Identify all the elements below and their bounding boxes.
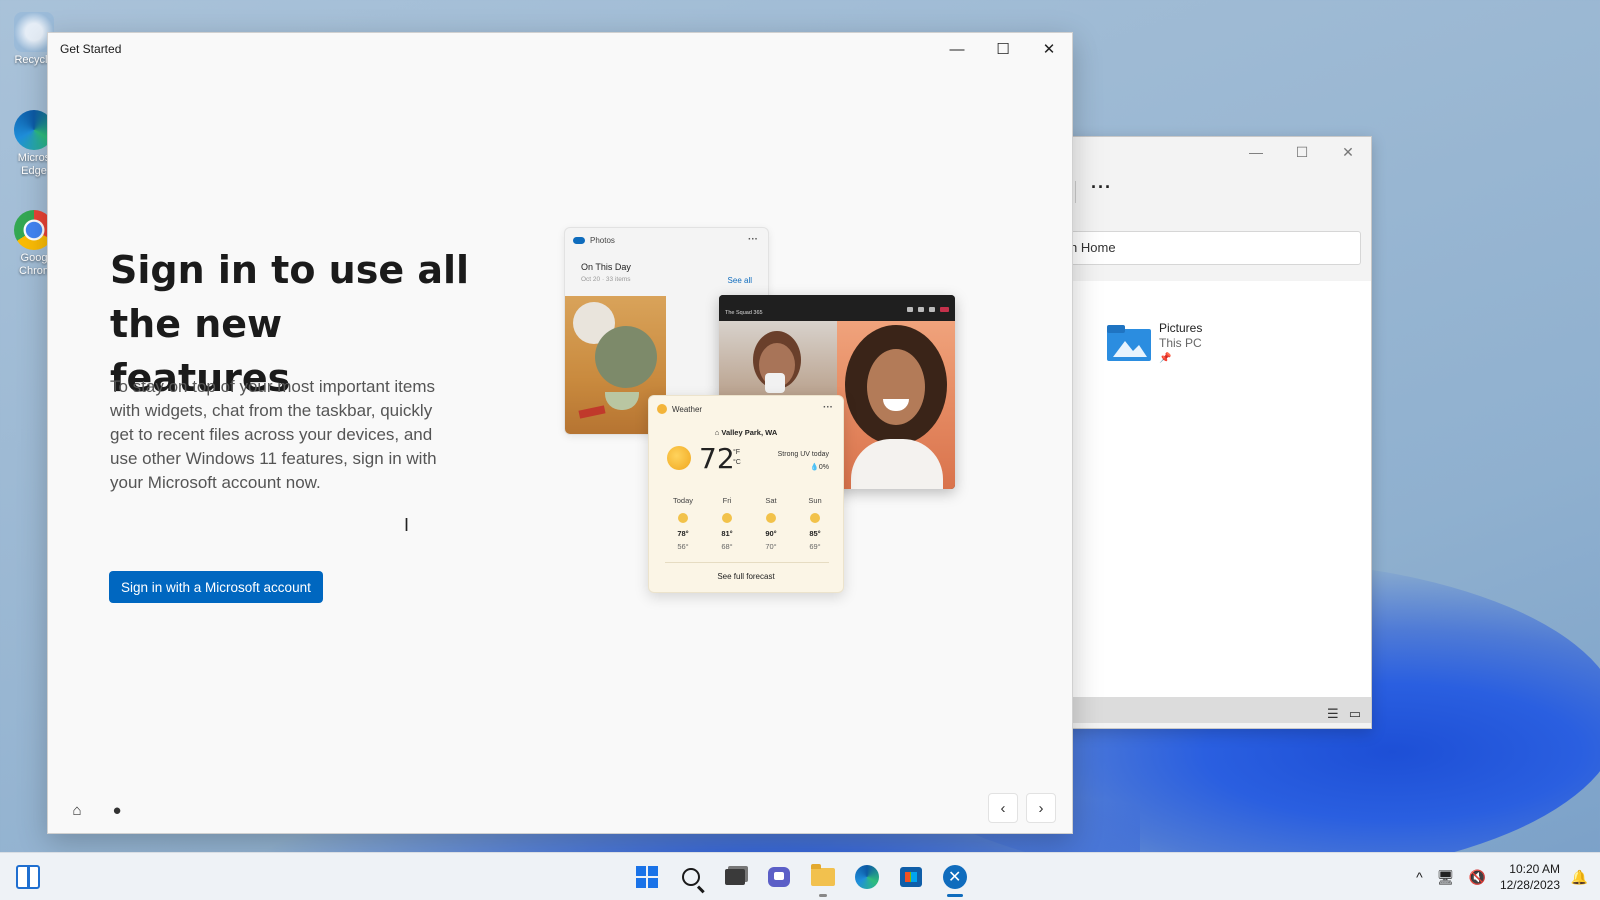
- precipitation: 💧0%: [810, 464, 829, 471]
- weather-app-icon: [657, 404, 667, 414]
- sign-in-button[interactable]: Sign in with a Microsoft account: [109, 571, 323, 603]
- unit-f: °F: [733, 449, 741, 456]
- partly-sunny-icon: [766, 513, 776, 523]
- uv-note: Strong UV today: [777, 451, 829, 458]
- network-icon[interactable]: 🖥: [1437, 869, 1455, 886]
- file-explorer-window[interactable]: — ☐ ✕ n ··· arch Home Pictures This PC 📌…: [1050, 136, 1372, 729]
- bottom-left-nav: ⌂ ●: [66, 799, 128, 821]
- forecast-day: Fri 81° 68°: [721, 496, 733, 551]
- task-view-icon: [725, 869, 745, 885]
- microsoft-store-icon: [900, 867, 922, 887]
- minimize-button[interactable]: —: [1233, 137, 1279, 167]
- tiles-view-icon[interactable]: ▭: [1349, 706, 1361, 722]
- chevron-up-icon[interactable]: ^: [1416, 869, 1423, 885]
- explorer-content: Pictures This PC 📌: [1051, 281, 1371, 723]
- explorer-band: [1051, 697, 1371, 723]
- system-tray: ^ 🖥 🔇 10:20 AM 12/28/2023: [1416, 859, 1560, 895]
- search-input[interactable]: arch Home: [1051, 231, 1361, 265]
- toolbar-separator: [1075, 181, 1076, 203]
- forecast-day: Today 78° 56°: [672, 496, 693, 551]
- active-indicator: [947, 894, 963, 897]
- file-explorer-button[interactable]: [804, 859, 842, 897]
- running-indicator: [819, 894, 827, 897]
- text-cursor-icon: I: [404, 515, 410, 535]
- more-options-button[interactable]: ···: [1091, 177, 1112, 198]
- weather-divider: [665, 562, 829, 563]
- call-controls: [907, 307, 949, 312]
- volume-muted-icon[interactable]: 🔇: [1469, 869, 1486, 886]
- edge-icon: [855, 865, 879, 889]
- weather-app-name: Weather: [672, 404, 703, 414]
- call-participant-2: [837, 321, 955, 489]
- search-icon: [682, 868, 700, 886]
- get-started-icon: [943, 865, 967, 889]
- search-button[interactable]: [672, 859, 710, 895]
- title-bar[interactable]: Get Started — ☐ ✕: [48, 33, 1072, 65]
- view-toggle: ☰ ▭: [1327, 706, 1361, 722]
- forecast-day: Sun 85° 69°: [808, 496, 822, 551]
- explorer-caption-buttons: — ☐ ✕: [1233, 137, 1371, 167]
- weather-widget: Weather ··· ⌂ Valley Park, WA 72 °F °C S…: [648, 395, 844, 593]
- photos-widget-header: Photos: [573, 236, 615, 245]
- windows-logo-icon: [636, 866, 658, 888]
- item-subtitle: This PC: [1159, 336, 1202, 350]
- file-explorer-icon: [811, 864, 835, 886]
- weather-conditions: Strong UV today 💧0%: [778, 448, 829, 474]
- home-icon[interactable]: ⌂: [66, 799, 88, 821]
- taskbar-apps: [628, 859, 974, 897]
- weather-temperature: 72: [699, 442, 735, 475]
- get-started-button[interactable]: [936, 859, 974, 897]
- photos-title: On This Day: [581, 262, 631, 272]
- pin-icon: 📌: [1159, 353, 1172, 364]
- temperature-units: °F °C: [733, 448, 741, 468]
- next-button[interactable]: ›: [1026, 793, 1056, 823]
- see-all-link: See all: [727, 276, 752, 285]
- sunny-icon: [810, 513, 820, 523]
- clock-date: 12/28/2023: [1499, 878, 1560, 892]
- clock-time: 10:20 AM: [1509, 862, 1560, 876]
- window-title: Get Started: [60, 42, 122, 56]
- start-button[interactable]: [628, 859, 666, 895]
- chat-button[interactable]: [760, 859, 798, 895]
- sunny-icon: [678, 513, 688, 523]
- minimize-button[interactable]: —: [934, 33, 980, 65]
- close-button[interactable]: ✕: [1325, 137, 1371, 167]
- task-view-button[interactable]: [716, 859, 754, 895]
- sunny-icon: [722, 513, 732, 523]
- item-title: Pictures: [1159, 321, 1203, 335]
- clock[interactable]: 10:20 AM 12/28/2023: [1500, 861, 1560, 893]
- pictures-folder-icon: [1107, 325, 1151, 361]
- widgets-icon[interactable]: [16, 865, 40, 889]
- get-started-window[interactable]: Get Started — ☐ ✕ Sign in to use all the…: [47, 32, 1073, 834]
- weather-widget-header: Weather: [657, 404, 702, 414]
- maximize-button[interactable]: ☐: [980, 33, 1026, 65]
- taskbar: ^ 🖥 🔇 10:20 AM 12/28/2023 🔔: [0, 852, 1600, 900]
- more-icon: ···: [823, 402, 833, 413]
- forecast-row: Today 78° 56° Fri 81° 68° Sat 90° 70° Sun 8…: [667, 494, 831, 553]
- teams-chat-icon: [768, 867, 790, 887]
- call-title: The Squad 365: [725, 310, 763, 316]
- sunny-icon: [667, 446, 691, 470]
- maximize-button[interactable]: ☐: [1279, 137, 1325, 167]
- back-button[interactable]: ‹: [988, 793, 1018, 823]
- photos-app-name: Photos: [590, 236, 615, 245]
- more-icon: ···: [748, 234, 758, 245]
- feature-illustration: Photos ··· On This Day Oct 20 · 33 items…: [564, 227, 964, 599]
- page-description: To stay on top of your most important it…: [110, 377, 437, 492]
- photos-meta: Oct 20 · 33 items: [581, 276, 631, 283]
- see-full-forecast-link: See full forecast: [717, 572, 775, 581]
- edge-button[interactable]: [848, 859, 886, 895]
- store-button[interactable]: [892, 859, 930, 895]
- forecast-day: Sat 90° 70°: [765, 496, 777, 551]
- notification-icon[interactable]: 🔔: [1571, 869, 1588, 886]
- close-button[interactable]: ✕: [1026, 33, 1072, 65]
- pictures-folder-item[interactable]: Pictures This PC 📌: [1107, 321, 1202, 366]
- onedrive-icon: [573, 237, 585, 244]
- unit-c: °C: [733, 459, 741, 466]
- account-icon[interactable]: ●: [106, 799, 128, 821]
- caption-buttons: — ☐ ✕: [934, 33, 1072, 65]
- weather-location: ⌂ Valley Park, WA: [714, 428, 778, 437]
- details-view-icon[interactable]: ☰: [1327, 706, 1339, 722]
- page-navigation: ‹ ›: [988, 793, 1056, 823]
